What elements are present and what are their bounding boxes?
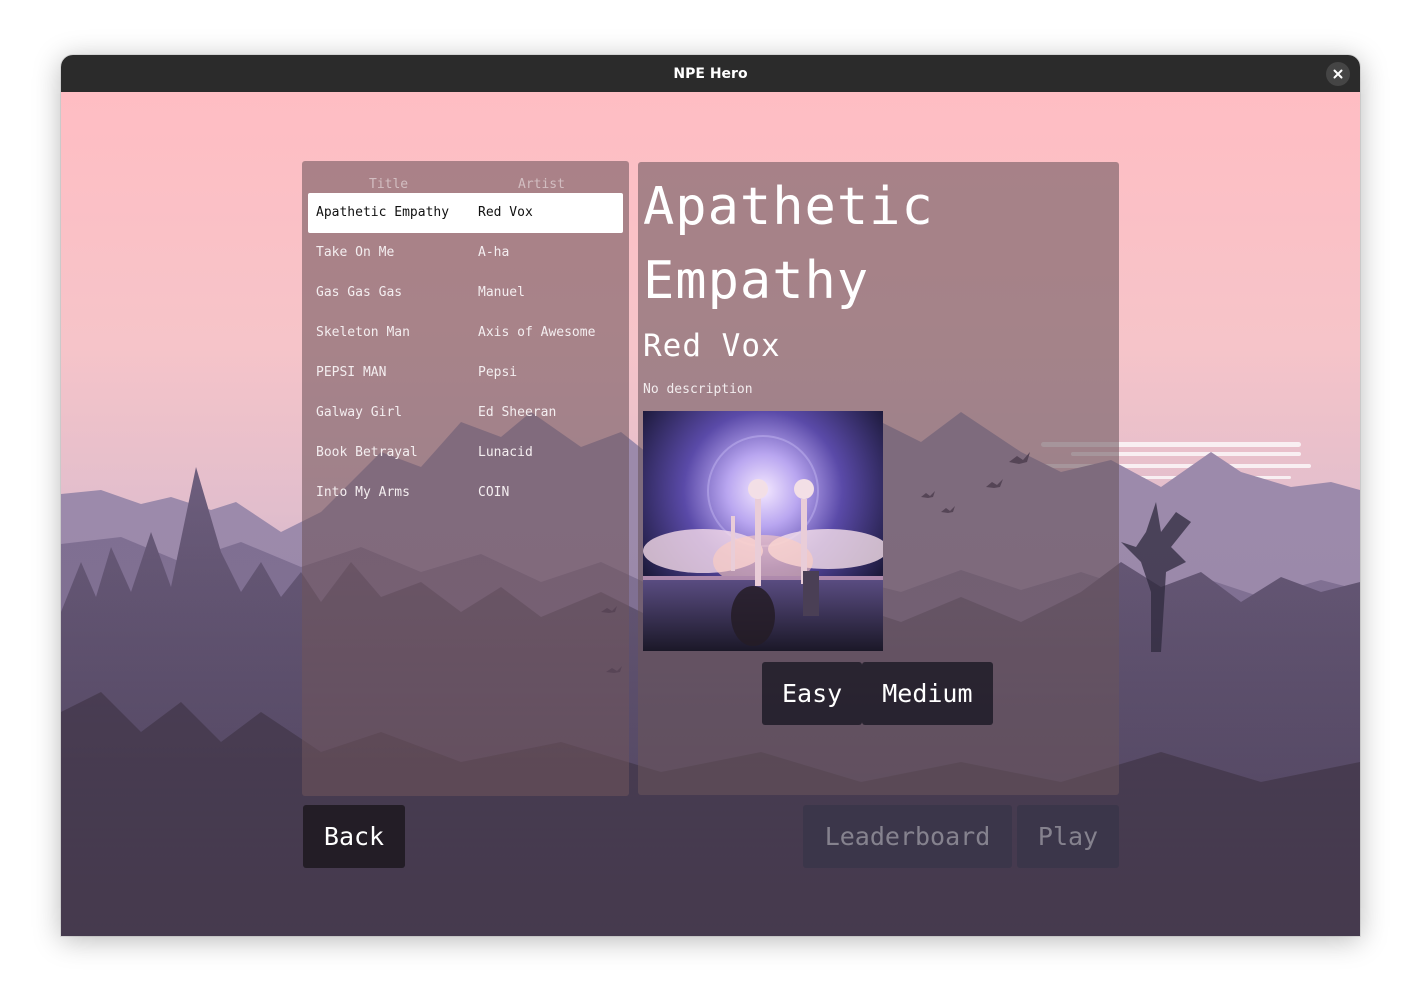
song-row-title: Into My Arms — [316, 485, 410, 500]
song-row[interactable]: Galway Girl Ed Sheeran — [308, 393, 623, 433]
song-row[interactable]: Skeleton Man Axis of Awesome — [308, 313, 623, 353]
game-screen: Title Artist Apathetic Empathy Red Vox T… — [61, 92, 1360, 936]
song-detail-panel: Apathetic Empathy Red Vox No description — [638, 162, 1119, 795]
song-row-title: Gas Gas Gas — [316, 285, 403, 300]
song-row-title: Skeleton Man — [316, 325, 410, 340]
song-row-title: Take On Me — [316, 245, 395, 260]
song-row-artist: COIN — [478, 485, 510, 500]
song-row-title: Book Betrayal — [316, 445, 418, 460]
song-row[interactable]: PEPSI MAN Pepsi — [308, 353, 623, 393]
song-row-artist: Red Vox — [478, 205, 533, 220]
song-row-artist: Manuel — [478, 285, 525, 300]
close-button[interactable] — [1326, 62, 1350, 86]
song-row-artist: Axis of Awesome — [478, 325, 596, 340]
play-button[interactable]: Play — [1017, 805, 1119, 868]
difficulty-medium-button[interactable]: Medium — [862, 662, 993, 725]
app-window: NPE Hero Title Artist Apathetic Empathy … — [61, 55, 1360, 936]
song-row-artist: Ed Sheeran — [478, 405, 557, 420]
close-icon — [1333, 69, 1343, 79]
song-row[interactable]: Gas Gas Gas Manuel — [308, 273, 623, 313]
song-detail-artist: Red Vox — [643, 328, 781, 364]
back-button[interactable]: Back — [303, 805, 405, 868]
title-bar: NPE Hero — [61, 55, 1360, 92]
song-row-artist: Lunacid — [478, 445, 533, 460]
song-row[interactable]: Take On Me A-ha — [308, 233, 623, 273]
song-row[interactable]: Book Betrayal Lunacid — [308, 433, 623, 473]
difficulty-easy-button[interactable]: Easy — [762, 662, 863, 725]
song-detail-description: No description — [643, 382, 753, 397]
song-row[interactable]: Into My Arms COIN — [308, 473, 623, 513]
song-detail-title: Apathetic Empathy — [643, 177, 934, 311]
artist-column-header[interactable]: Artist — [518, 177, 565, 192]
window-title: NPE Hero — [673, 65, 748, 82]
song-list-panel: Title Artist Apathetic Empathy Red Vox T… — [302, 161, 629, 796]
leaderboard-button[interactable]: Leaderboard — [803, 805, 1012, 868]
song-row-artist: Pepsi — [478, 365, 518, 380]
album-art-image — [643, 411, 883, 651]
song-row-title: Galway Girl — [316, 405, 403, 420]
song-row-artist: A-ha — [478, 245, 510, 260]
difficulty-selector: Easy Medium — [762, 662, 993, 725]
song-row-title: PEPSI MAN — [316, 365, 387, 380]
song-row-selected[interactable]: Apathetic Empathy Red Vox — [308, 193, 623, 233]
song-row-title: Apathetic Empathy — [316, 205, 450, 220]
title-column-header[interactable]: Title — [369, 177, 408, 192]
